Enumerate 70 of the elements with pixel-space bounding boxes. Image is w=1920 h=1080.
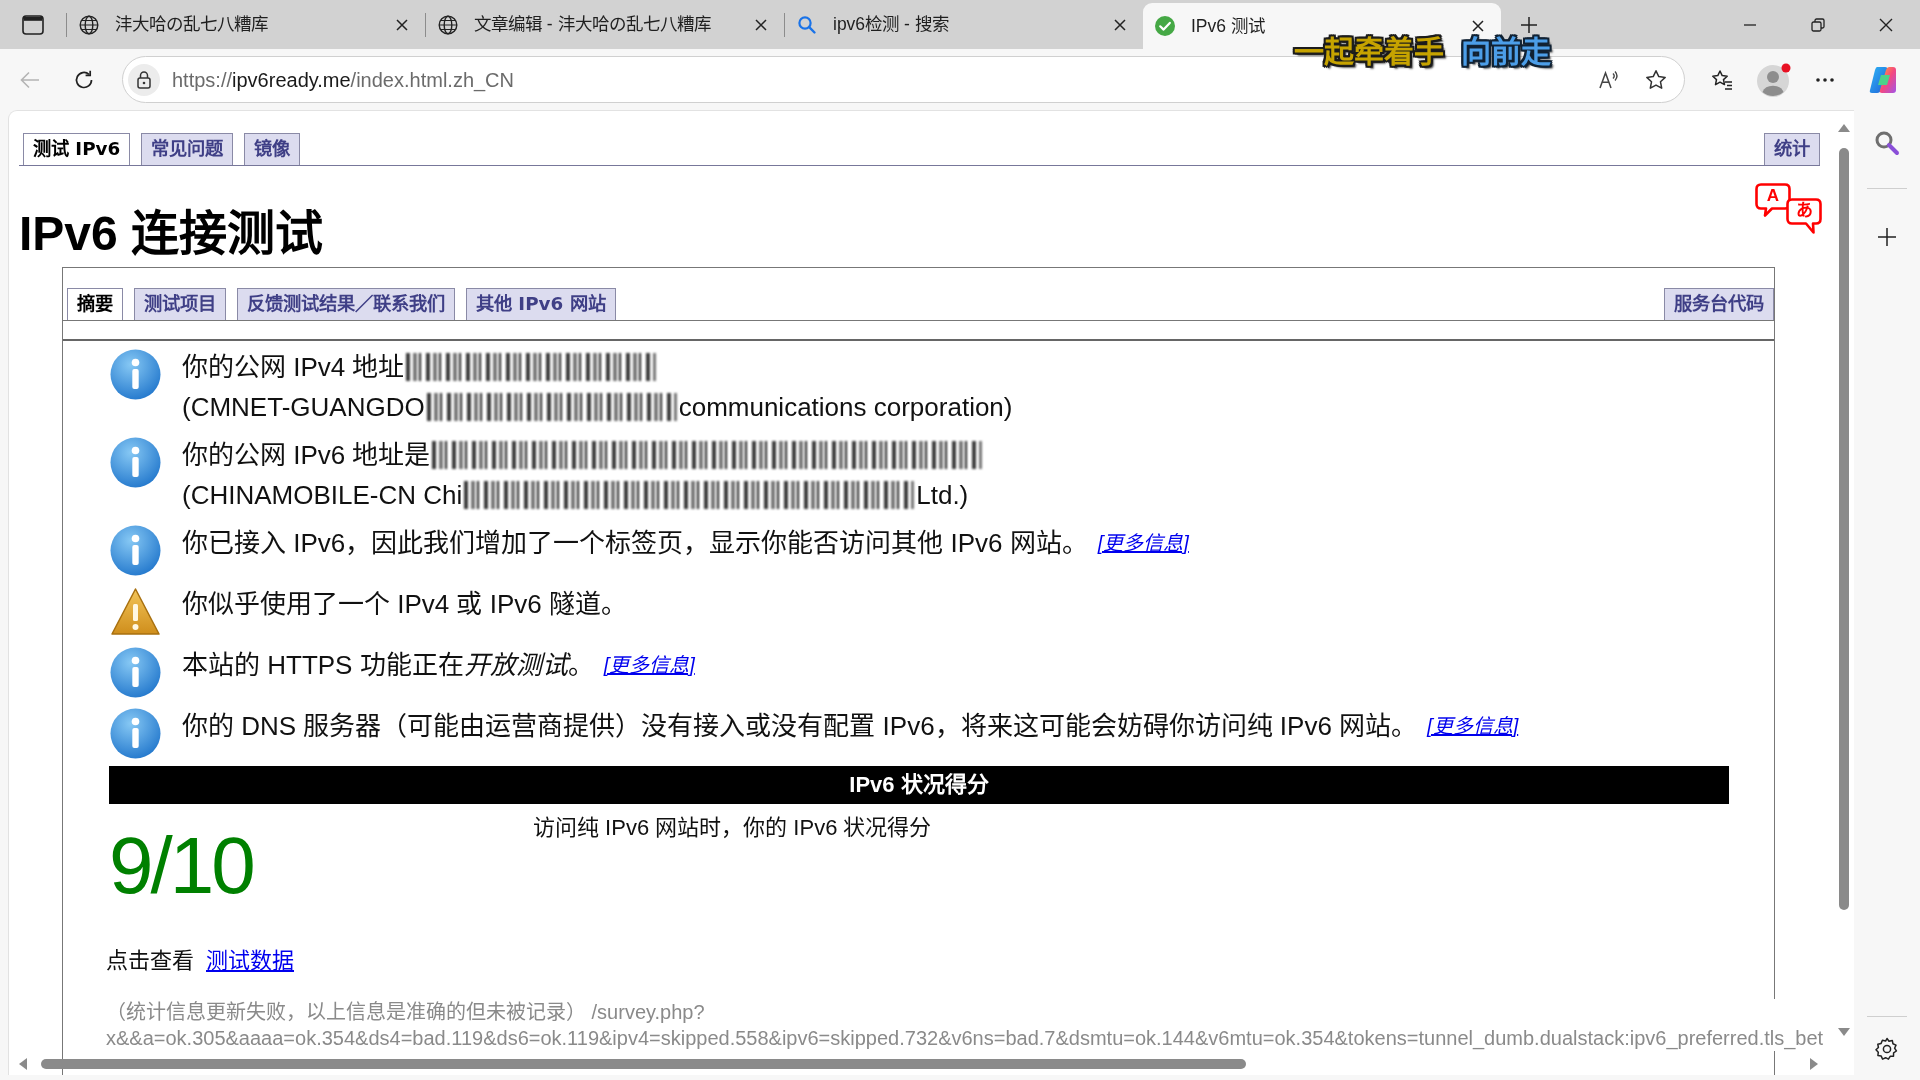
score-caption: 访问纯 IPv6 网站时，你的 IPv6 状况得分 <box>533 814 932 842</box>
site-tab[interactable]: 镜像 <box>244 133 301 165</box>
more-info-link[interactable]: [更多信息] <box>603 645 695 685</box>
info-icon <box>110 708 161 759</box>
close-icon[interactable] <box>1114 18 1126 31</box>
close-icon[interactable] <box>755 18 767 31</box>
message-text: 你的公网 IPv6 地址是 <box>182 439 431 472</box>
test-data-label: 点击查看 <box>106 947 194 975</box>
message-text: 你的 DNS 服务器（可能由运营商提供）没有接入或没有配置 IPv6，将来这可能会妨碍你访问纯 IPv6 网站。 <box>182 710 1418 743</box>
warning-icon <box>110 586 161 637</box>
score-heading-bar: IPv6 状况得分 <box>109 766 1729 804</box>
browser-tab[interactable]: ipv6检测 - 搜索 <box>785 0 1143 49</box>
globe-icon <box>438 14 458 35</box>
info-icon <box>110 525 161 576</box>
message-text: communications corporation) <box>678 391 1013 424</box>
close-window-icon[interactable] <box>1879 17 1893 32</box>
profile-avatar-icon[interactable] <box>1757 62 1791 97</box>
language-bubble[interactable]: A <box>1755 183 1791 218</box>
section-tab[interactable]: 服务台代码 <box>1664 288 1774 320</box>
more-info-link[interactable]: [更多信息] <box>1427 706 1519 746</box>
url-text: https://ipv6ready.me/index.html.zh_CN <box>172 67 515 94</box>
message-text: 你的公网 IPv4 地址 <box>182 351 405 384</box>
favorites-icon[interactable] <box>1711 68 1733 91</box>
message-text: 你已接入 IPv6，因此我们增加了一个标签页，显示你能否访问其他 IPv6 网站。 <box>182 527 1088 560</box>
site-tab[interactable]: 常见问题 <box>141 133 234 165</box>
close-icon[interactable] <box>396 18 408 31</box>
new-tab-icon[interactable] <box>1520 15 1538 34</box>
restore-icon[interactable] <box>1811 17 1825 32</box>
scrollbar-thumb[interactable] <box>41 1059 1246 1069</box>
language-bubble[interactable]: あ <box>1786 198 1822 235</box>
message-text: (CHINAMOBILE-CN Chi <box>182 479 463 512</box>
search-icon <box>797 14 817 35</box>
scroll-down-arrow-icon[interactable] <box>1838 1028 1850 1036</box>
search-icon[interactable] <box>1874 130 1900 156</box>
scroll-right-arrow-icon[interactable] <box>1810 1058 1818 1070</box>
info-icon <box>110 349 161 400</box>
message-text: 你似乎使用了一个 IPv4 或 IPv6 隧道。 <box>182 588 627 621</box>
site-tab[interactable]: 测试 IPv6 <box>23 133 131 165</box>
star-icon[interactable] <box>1645 68 1667 91</box>
tab-actions-icon[interactable] <box>22 14 44 35</box>
close-icon[interactable] <box>1472 20 1484 32</box>
add-icon[interactable] <box>1877 227 1897 247</box>
message-text: (CMNET-GUANGDO <box>182 391 425 424</box>
message-text: 本站的 HTTPS 功能正在开放测试。 <box>182 649 594 682</box>
read-aloud-icon[interactable] <box>1598 68 1620 91</box>
more-info-link[interactable]: [更多信息] <box>1097 523 1189 563</box>
more-options-icon[interactable] <box>1815 76 1835 83</box>
stats-note: （统计信息更新失败，以上信息是准确的但未被记录） /survey.php? x&&a=ok.305&aaaa=ok.354&ds4=bad.119&ds6=ok.119&ipv4=skipped.558&ipv6=skipped.732&v6ns=bad.7&dsmtu=ok.144&v6mtu=ok.354&tokens=tunnel_dumb.dualstack:ipv6_preferred.tls_bet <box>106 999 1824 1051</box>
scroll-up-arrow-icon[interactable] <box>1838 124 1850 132</box>
globe-icon <box>79 14 99 35</box>
section-tab[interactable]: 其他 IPv6 网站 <box>466 288 616 320</box>
score-value: 9/10 <box>109 826 253 906</box>
test-data-link[interactable]: 测试数据 <box>206 946 294 976</box>
section-tab[interactable]: 反馈测试结果／联系我们 <box>237 288 455 320</box>
browser-tab[interactable]: 文章编辑 - 沣大哈の乱七八糟库 <box>426 0 784 49</box>
copilot-icon[interactable] <box>1868 65 1898 94</box>
section-tab[interactable]: 摘要 <box>67 288 123 320</box>
info-icon <box>110 437 161 488</box>
info-icon <box>110 647 161 698</box>
lock-icon[interactable] <box>128 63 160 96</box>
scrollbar-thumb[interactable] <box>1839 148 1849 910</box>
browser-tab[interactable]: 沣大哈の乱七八糟库 <box>67 0 425 49</box>
refresh-icon[interactable] <box>74 69 94 90</box>
site-tab[interactable]: 统计 <box>1764 133 1820 165</box>
check-circle-icon <box>1155 16 1175 36</box>
section-tab[interactable]: 测试项目 <box>134 288 226 320</box>
settings-icon[interactable] <box>1875 1037 1899 1061</box>
page-title: IPv6 连接测试 <box>19 206 324 262</box>
message-text: Ltd.) <box>916 479 969 512</box>
scroll-left-arrow-icon[interactable] <box>19 1058 27 1070</box>
